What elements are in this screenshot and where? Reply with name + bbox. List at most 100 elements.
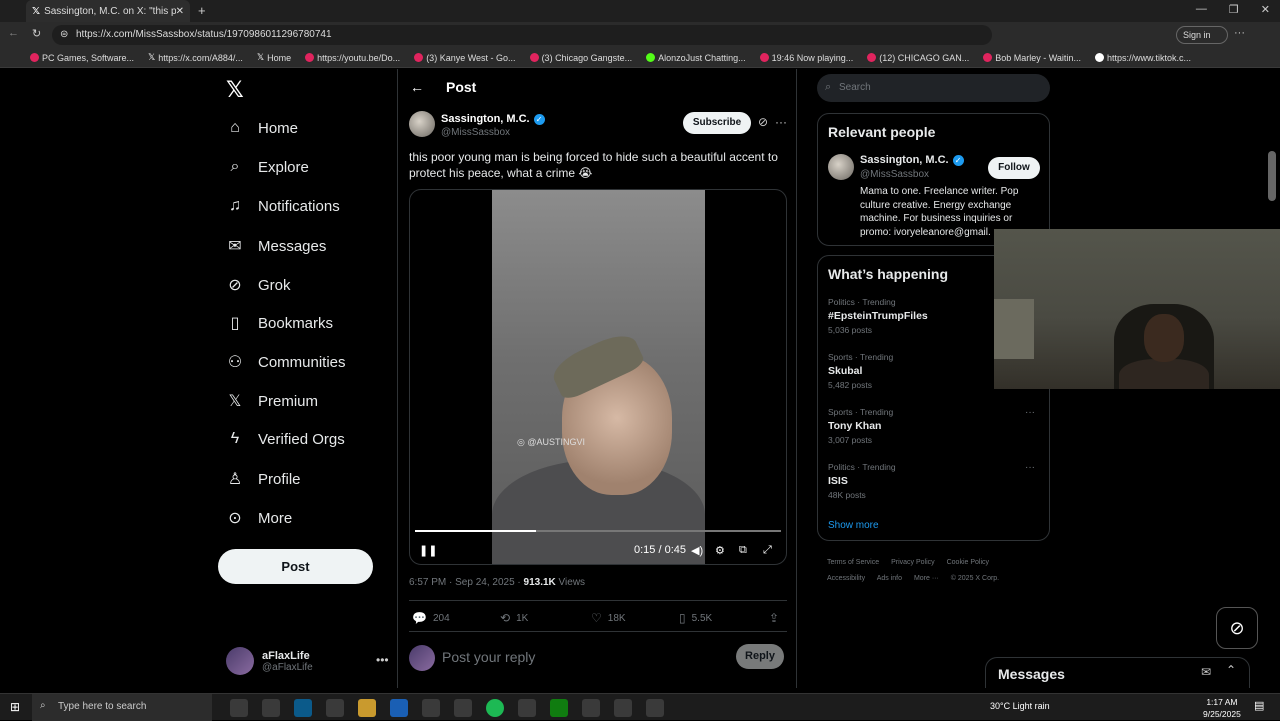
account-more-icon[interactable]: ••• bbox=[376, 653, 389, 667]
footer-link[interactable]: Accessibility bbox=[827, 575, 865, 582]
maximize-icon[interactable]: ❐ bbox=[1229, 3, 1239, 16]
settings-gear-icon[interactable]: ⚙ bbox=[715, 544, 725, 557]
footer-link[interactable]: Terms of Service bbox=[827, 559, 879, 566]
bookmark-2[interactable]: 𝕏 Home bbox=[257, 52, 291, 63]
show-more-link[interactable]: Show more bbox=[828, 520, 879, 531]
volume-icon[interactable]: ◀) bbox=[691, 544, 703, 557]
follow-button[interactable]: Follow bbox=[988, 157, 1040, 179]
bookmark-6[interactable]: AlonzoJust Chatting... bbox=[646, 53, 746, 63]
bookmark-5[interactable]: (3) Chicago Gangste... bbox=[529, 53, 632, 63]
signin-button[interactable]: Sign in bbox=[1176, 26, 1228, 44]
grok-floating-icon[interactable]: ⊘ bbox=[1216, 607, 1258, 649]
footer-link[interactable]: Privacy Policy bbox=[891, 559, 935, 566]
tab-close-icon[interactable]: ✕ bbox=[176, 6, 184, 17]
expand-chevron-icon[interactable]: ⌃ bbox=[1226, 663, 1236, 677]
edge-icon[interactable] bbox=[294, 699, 312, 717]
repost-action[interactable]: ⟲ 1K bbox=[500, 611, 528, 625]
clock-time: 1:17 AM bbox=[1206, 697, 1238, 707]
grok-explain-icon[interactable]: ⊘ bbox=[758, 115, 768, 129]
search-input[interactable]: ⌕ Search bbox=[817, 74, 1050, 102]
bookmark-3[interactable]: https://youtu.be/Do... bbox=[305, 53, 400, 63]
trend-more-icon[interactable]: ··· bbox=[1025, 462, 1035, 473]
nav-notifications[interactable]: ♫ Notifications bbox=[226, 197, 340, 215]
windows-start-icon[interactable]: ⊞ bbox=[10, 700, 20, 714]
author-name[interactable]: Sassington, M.C. ✓ bbox=[441, 113, 545, 125]
window-close-icon[interactable]: ✕ bbox=[1261, 3, 1270, 16]
trend-item[interactable]: Sports · Trending Tony Khan 3,007 posts … bbox=[828, 407, 1038, 445]
author-avatar[interactable] bbox=[409, 111, 435, 137]
author-handle[interactable]: @MissSassbox bbox=[441, 127, 510, 138]
fullscreen-icon[interactable]: ⤢ bbox=[763, 544, 772, 557]
nav-bookmarks[interactable]: ▯ Bookmarks bbox=[226, 313, 333, 333]
bookmark-8[interactable]: (12) CHICAGO GAN... bbox=[867, 53, 969, 63]
bookmark-action[interactable]: ▯ 5.5K bbox=[679, 611, 712, 625]
person-handle[interactable]: @MissSassbox bbox=[860, 169, 929, 180]
post-button[interactable]: Post bbox=[218, 549, 373, 584]
nav-communities[interactable]: ⚇ Communities bbox=[226, 352, 346, 372]
x-logo-icon[interactable]: 𝕏 bbox=[226, 77, 244, 103]
like-action[interactable]: ♡ 18K bbox=[591, 611, 626, 625]
footer-link[interactable]: More ··· bbox=[914, 575, 939, 582]
task-view-icon[interactable] bbox=[230, 699, 248, 717]
copilot-icon[interactable] bbox=[262, 699, 280, 717]
url-field[interactable]: ⊜ https://x.com/MissSassbox/status/19709… bbox=[52, 25, 992, 45]
page-scrollbar[interactable] bbox=[1268, 151, 1276, 201]
pip-icon[interactable]: ⧉ bbox=[739, 544, 747, 557]
messages-drawer[interactable]: Messages ✉ ⌃ bbox=[985, 657, 1250, 688]
pause-icon[interactable]: ❚❚ bbox=[419, 544, 437, 557]
bookmark-0[interactable]: PC Games, Software... bbox=[30, 53, 134, 63]
app-icon[interactable] bbox=[582, 699, 600, 717]
back-arrow-icon[interactable]: ← bbox=[410, 79, 424, 95]
bookmark-1[interactable]: 𝕏https://x.com/A884/... bbox=[148, 52, 243, 63]
subscribe-button[interactable]: Subscribe bbox=[683, 112, 751, 134]
back-nav-icon[interactable]: ← bbox=[8, 27, 19, 39]
video-player[interactable]: ◎ @AUSTINGVI ❚❚ 0:15 / 0:45 ◀) ⚙ ⧉ ⤢ bbox=[409, 189, 787, 565]
video-progress-bar[interactable] bbox=[415, 530, 781, 532]
app-icon[interactable] bbox=[454, 699, 472, 717]
nav-messages[interactable]: ✉ Messages bbox=[226, 236, 326, 256]
app-icon[interactable] bbox=[518, 699, 536, 717]
reply-input[interactable]: Post your reply bbox=[442, 649, 535, 665]
minimize-icon[interactable]: — bbox=[1196, 3, 1207, 16]
bookmark-7[interactable]: 19:46 Now playing... bbox=[759, 53, 853, 63]
account-switcher[interactable]: aFlaxLife @aFlaxLife ••• bbox=[226, 647, 389, 675]
clock[interactable]: 1:17 AM 9/25/2025 bbox=[1203, 696, 1241, 720]
nav-premium[interactable]: 𝕏 Premium bbox=[226, 391, 318, 411]
footer-link[interactable]: Cookie Policy bbox=[947, 559, 989, 566]
nav-verified-orgs[interactable]: ϟ Verified Orgs bbox=[226, 430, 345, 448]
browser-menu-icon[interactable]: ··· bbox=[1234, 27, 1245, 39]
site-info-icon[interactable]: ⊜ bbox=[60, 29, 68, 40]
app-icon[interactable] bbox=[646, 699, 664, 717]
app-icon[interactable] bbox=[422, 699, 440, 717]
nav-explore[interactable]: ⌕ Explore bbox=[226, 158, 309, 176]
spotify-icon[interactable] bbox=[486, 699, 504, 717]
weather-widget[interactable]: 30°C Light rain bbox=[990, 701, 1050, 711]
bookmark-4[interactable]: (3) Kanye West - Go... bbox=[414, 53, 516, 63]
nav-profile[interactable]: ♙ Profile bbox=[226, 469, 301, 489]
trend-item[interactable]: Politics · Trending ISIS 48K posts ··· bbox=[828, 462, 1038, 500]
browser-tab[interactable]: 𝕏 Sassington, M.C. on X: "this p ✕ bbox=[26, 0, 190, 22]
nav-more[interactable]: ⊙ More bbox=[226, 508, 292, 528]
notification-icon[interactable]: ▤ bbox=[1254, 699, 1264, 712]
trend-more-icon[interactable]: ··· bbox=[1025, 407, 1035, 418]
new-tab-icon[interactable]: + bbox=[198, 3, 206, 18]
nav-grok[interactable]: ⊘ Grok bbox=[226, 275, 290, 295]
xbox-icon[interactable] bbox=[550, 699, 568, 717]
new-message-icon[interactable]: ✉ bbox=[1201, 665, 1211, 679]
reply-button[interactable]: Reply bbox=[736, 644, 784, 669]
reply-action[interactable]: 💬 204 bbox=[412, 611, 450, 625]
person-name[interactable]: Sassington, M.C. ✓ bbox=[860, 154, 964, 166]
bookmark-9[interactable]: Bob Marley - Waitin... bbox=[983, 53, 1081, 63]
nav-home[interactable]: ⌂ Home bbox=[226, 119, 298, 137]
share-action[interactable]: ⇪ bbox=[769, 611, 779, 625]
file-explorer-icon[interactable] bbox=[358, 699, 376, 717]
post-more-icon[interactable]: ··· bbox=[775, 115, 787, 129]
store-icon[interactable] bbox=[326, 699, 344, 717]
refresh-icon[interactable]: ↻ bbox=[32, 27, 41, 40]
footer-link[interactable]: Ads info bbox=[877, 575, 902, 582]
app-icon[interactable] bbox=[614, 699, 632, 717]
outlook-icon[interactable] bbox=[390, 699, 408, 717]
bookmark-10[interactable]: https://www.tiktok.c... bbox=[1094, 53, 1191, 63]
person-avatar[interactable] bbox=[828, 154, 854, 180]
taskbar-search[interactable]: ⌕ Type here to search bbox=[32, 694, 212, 721]
